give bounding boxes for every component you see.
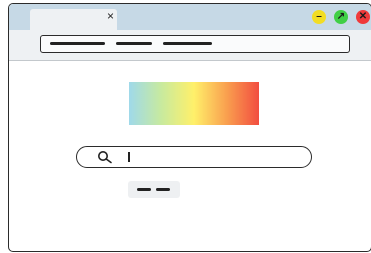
- maximize-icon: ↗: [336, 11, 346, 22]
- close-window-button[interactable]: ✕: [356, 10, 370, 24]
- minimize-button[interactable]: –: [312, 10, 326, 24]
- address-placeholder-line: [163, 42, 212, 45]
- address-bar[interactable]: [40, 35, 350, 53]
- search-button[interactable]: [128, 181, 180, 198]
- maximize-button[interactable]: ↗: [334, 10, 348, 24]
- button-placeholder-line: [137, 188, 151, 191]
- address-placeholder-line: [116, 42, 152, 45]
- tab-close-icon[interactable]: ×: [107, 9, 114, 23]
- browser-toolbar: [9, 30, 371, 61]
- search-logo: [129, 82, 259, 125]
- browser-tab[interactable]: ×: [30, 9, 117, 30]
- text-cursor: [128, 152, 130, 162]
- minimize-icon: –: [316, 11, 322, 22]
- title-bar: × – ↗ ✕: [9, 4, 371, 30]
- button-placeholder-line: [156, 188, 170, 191]
- search-input[interactable]: [76, 146, 312, 168]
- address-placeholder-line: [50, 42, 105, 45]
- search-icon: [98, 151, 112, 164]
- browser-window: × – ↗ ✕: [8, 3, 371, 252]
- close-icon: ✕: [358, 11, 368, 22]
